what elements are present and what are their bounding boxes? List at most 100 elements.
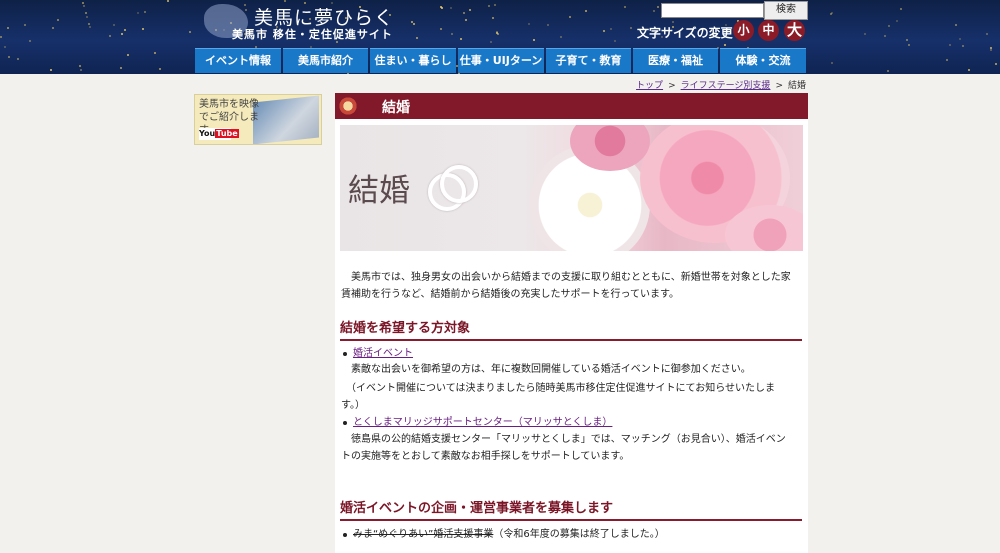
font-size-label: 文字サイズの変更 <box>637 26 733 40</box>
star-icon <box>109 35 112 38</box>
star-icon <box>863 32 866 35</box>
star-icon <box>830 13 833 16</box>
intro-text: 美馬市では、独身男女の出会いから結婚までの支援に取り組むとともに、新婚世帯を対象… <box>341 272 791 300</box>
star-icon <box>585 9 588 12</box>
font-size-large-button[interactable]: 大 <box>784 20 805 41</box>
youtube-banner[interactable]: 美馬市を映像でご紹介します YouTube <box>194 94 322 145</box>
marriage-support-center-link[interactable]: とくしまマリッジサポートセンター（マリッサとくしま） <box>353 417 612 428</box>
search-button[interactable]: 検索 <box>764 1 808 20</box>
star-icon <box>28 39 31 42</box>
star-icon <box>86 15 89 18</box>
page-title: 結婚 <box>382 100 410 116</box>
star-icon <box>948 44 951 47</box>
breadcrumb-current: 結婚 <box>787 81 806 91</box>
star-icon <box>610 28 613 31</box>
star-icon <box>78 65 81 68</box>
star-icon <box>496 32 499 35</box>
list-item: 婚活イベント <box>343 347 413 361</box>
star-icon <box>460 38 463 41</box>
star-icon <box>127 53 130 56</box>
hero-title-text: 結婚 <box>348 173 410 209</box>
star-icon <box>490 41 493 44</box>
star-icon <box>884 34 887 37</box>
star-icon <box>896 19 899 22</box>
star-icon <box>723 43 726 46</box>
star-icon <box>412 23 415 26</box>
star-icon <box>906 39 909 42</box>
star-icon <box>990 48 993 51</box>
ended-program-note: （令和6年度の募集は終了しました。） <box>493 529 665 540</box>
star-icon <box>527 23 530 26</box>
breadcrumb-top-link[interactable]: トップ <box>636 81 663 91</box>
star-icon <box>624 6 626 9</box>
star-icon <box>440 5 443 8</box>
star-icon <box>657 5 660 8</box>
star-icon <box>136 12 139 15</box>
star-icon <box>886 70 889 73</box>
star-icon <box>167 0 170 3</box>
star-icon <box>888 25 891 28</box>
page-header-bar: 結婚 <box>335 93 808 119</box>
star-icon <box>50 69 53 72</box>
star-icon <box>415 36 418 39</box>
star-icon <box>0 36 3 39</box>
youtube-logo-icon: YouTube <box>199 128 239 140</box>
star-icon <box>602 29 605 32</box>
star-icon <box>120 66 123 69</box>
star-icon <box>488 4 491 7</box>
nav-events[interactable]: イベント情報 <box>195 48 281 73</box>
star-icon <box>141 27 144 30</box>
chevron-right-icon: > <box>668 81 676 91</box>
star-icon <box>143 10 146 13</box>
nav-medical-welfare[interactable]: 医療・福祉 <box>633 48 718 73</box>
star-icon <box>450 6 453 9</box>
list-item: とくしまマリッジサポートセンター（マリッサとくしま） <box>342 416 612 430</box>
nav-experience-exchange[interactable]: 体験・交流 <box>720 48 806 73</box>
star-icon <box>89 26 92 29</box>
star-icon <box>189 31 192 34</box>
star-icon <box>56 19 59 21</box>
nav-housing-living[interactable]: 住まい・暮らし <box>370 48 456 73</box>
star-icon <box>439 27 442 30</box>
star-icon <box>469 9 472 12</box>
star-icon <box>123 28 126 31</box>
star-icon <box>16 58 19 61</box>
event-description: 素敵な出会いを御希望の方は、年に複数回開催している婚活イベントに御参加ください。 <box>341 364 751 375</box>
breadcrumb: トップ > ライフステージ別支援 > 結婚 <box>636 78 806 91</box>
star-icon <box>3 45 6 48</box>
star-icon <box>492 17 495 19</box>
star-icon <box>82 5 85 8</box>
marriage-event-link[interactable]: 婚活イベント <box>353 348 413 359</box>
chevron-right-icon: > <box>775 81 783 91</box>
star-icon <box>959 38 962 41</box>
star-icon <box>154 52 157 55</box>
breadcrumb-lifestage-link[interactable]: ライフステージ別支援 <box>681 81 771 91</box>
star-icon <box>159 68 162 71</box>
main-content: 結婚 結婚 美馬市では、独身男女の出会いから結婚までの支援に取り組むとともに、新… <box>335 93 808 553</box>
star-icon <box>88 22 91 25</box>
support-center-description: 徳島県の公的結婚支援センター「マリッサとくしま」では、マッチング（お見合い）、婚… <box>341 434 786 462</box>
star-icon <box>614 39 617 42</box>
search-input[interactable] <box>661 3 764 18</box>
font-size-medium-button[interactable]: 中 <box>758 20 779 41</box>
star-icon <box>961 45 964 48</box>
star-icon <box>945 59 948 62</box>
star-icon <box>7 26 9 29</box>
nav-city-intro[interactable]: 美馬市紹介 <box>283 48 368 73</box>
star-icon <box>450 32 453 35</box>
star-icon <box>51 27 54 30</box>
star-icon <box>8 55 11 58</box>
star-icon <box>985 32 988 35</box>
ended-program-name: みま“めぐりあい”婚活支援事業 <box>353 529 494 540</box>
site-header: 美馬に夢ひらく 美馬市 移住・定住促進サイト 検索 文字サイズの変更 小 中 大… <box>0 0 1000 74</box>
star-icon <box>24 23 27 26</box>
star-icon <box>994 62 997 65</box>
nav-childcare-education[interactable]: 子育て・教育 <box>546 48 631 73</box>
font-size-small-button[interactable]: 小 <box>733 20 754 41</box>
nav-work-uij[interactable]: 仕事・UIJターン <box>458 48 544 73</box>
star-icon <box>968 68 971 71</box>
site-logo[interactable]: 美馬に夢ひらく 美馬市 移住・定住促進サイト <box>198 2 393 42</box>
star-icon <box>85 12 88 15</box>
section-heading-recruitment: 婚活イベントの企画・運営事業者を募集します <box>340 497 802 521</box>
star-icon <box>630 27 633 30</box>
